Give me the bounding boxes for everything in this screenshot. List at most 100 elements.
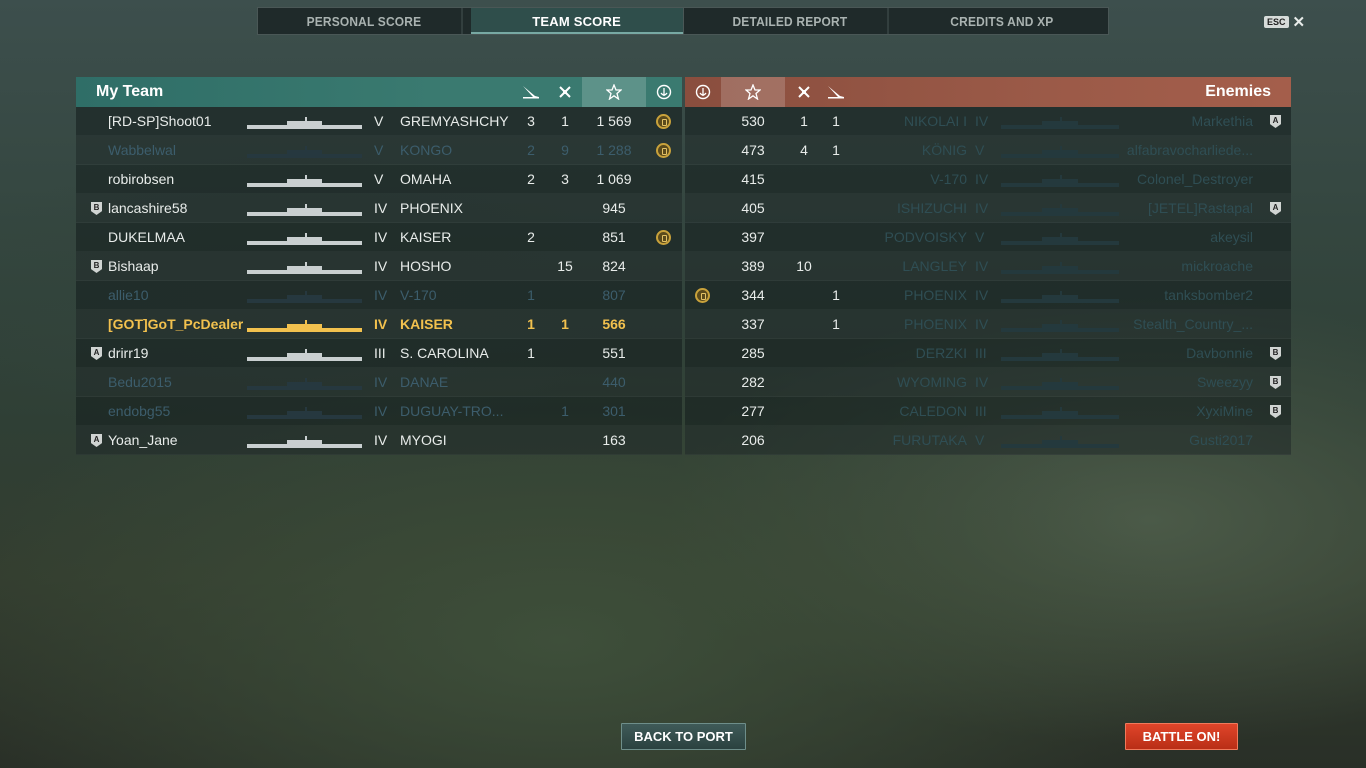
enemy-row[interactable]: 473 4 1 KÖNIG Valfabravocharliede... <box>685 136 1291 165</box>
enemies-title: Enemies <box>1205 83 1271 100</box>
ship-silhouette <box>1001 378 1119 390</box>
player-row[interactable]: robirobsen V OMAHA 2 3 1 069 <box>76 165 682 194</box>
ship-name: KÖNIG <box>921 142 967 158</box>
ship-tier: IV <box>975 113 989 129</box>
player-row[interactable]: DUKELMAA IV KAISER 2 851 <box>76 223 682 252</box>
division-badge: B <box>1270 347 1281 360</box>
my-team-list: [RD-SP]Shoot01 V GREMYASHCHY 3 1 1 569 Wabbelw… <box>76 107 682 455</box>
ship-mast <box>304 204 307 213</box>
enemy-row[interactable]: 285 DERZKI III Davbonnie B <box>685 339 1291 368</box>
ship-name: LANGLEY <box>902 258 967 274</box>
ship-silhouette <box>247 378 362 390</box>
enemy-score: 389 <box>741 258 765 274</box>
close-button[interactable]: ESC ✕ <box>1264 13 1305 31</box>
anchor-medal-icon <box>656 143 671 158</box>
player-row[interactable]: Blancashire58 IV PHOENIX 945 <box>76 194 682 223</box>
enemy-row[interactable]: 389 10 LANGLEY IV mickroache <box>685 252 1291 281</box>
player-name: akeysil <box>1210 229 1253 245</box>
player-row[interactable]: Bedu2015 IV DANAE 440 <box>76 368 682 397</box>
player-name: Sweezyy <box>1196 374 1253 390</box>
player-name: [RD-SP]Shoot01 <box>108 113 212 129</box>
tab-credits-and-xp[interactable]: CREDITS AND XP <box>905 8 1100 34</box>
enemies-panel: Enemies 530 1 1 NIKOLAI I IV Markethia A 473 4 1 K… <box>685 77 1291 455</box>
ship-tier: IV <box>374 287 388 303</box>
torpedo-hits: 1 <box>832 316 840 332</box>
enemy-row[interactable]: 337 1 PHOENIX IV Stealth_Country_... <box>685 310 1291 339</box>
player-name: Gusti2017 <box>1189 432 1253 448</box>
enemy-row[interactable]: 282 WYOMING IV Sweezyy B <box>685 368 1291 397</box>
player-name: Markethia <box>1191 113 1253 129</box>
player-name: mickroache <box>1181 258 1253 274</box>
ship-mast <box>304 320 307 329</box>
planes-shot: 1 <box>800 113 808 129</box>
tab-team-score[interactable]: TEAM SCORE <box>470 8 684 34</box>
torpedo-hits: 1 <box>527 345 535 361</box>
enemy-row[interactable]: 415 V-170 IV Colonel_Destroyer <box>685 165 1291 194</box>
battle-on-button[interactable]: BATTLE ON! <box>1125 723 1238 750</box>
ship-silhouette <box>1001 175 1119 187</box>
division-badge: A <box>91 434 102 447</box>
torpedo-hits <box>821 252 851 281</box>
planes-shot <box>789 310 819 339</box>
player-row[interactable]: [GOT]GoT_PcDealer IV KAISER 1 1 566 <box>76 310 682 339</box>
enemy-score: 344 <box>741 287 765 303</box>
ship-tier: IV <box>374 403 388 419</box>
planes-shot <box>550 223 580 252</box>
torpedo-hits <box>516 252 546 281</box>
plane-shot-icon <box>789 77 819 107</box>
enemy-row[interactable]: 397 PODVOISKY Vakeysil <box>685 223 1291 252</box>
ship-mast <box>1060 233 1062 242</box>
ship-tier: IV <box>374 229 388 245</box>
player-row[interactable]: Adrirr19 III S. CAROLINA 1 551 <box>76 339 682 368</box>
player-name: XyxiMine <box>1196 403 1253 419</box>
back-to-port-button[interactable]: BACK TO PORT <box>621 723 746 750</box>
player-name: DUKELMAA <box>108 229 186 245</box>
player-score: 851 <box>602 229 626 245</box>
player-row[interactable]: B Bishaap IV HOSHO 15 824 <box>76 252 682 281</box>
ship-name: DUGUAY-TRO... <box>400 403 504 419</box>
player-row[interactable]: Wabbelwal V KONGO 2 9 1 288 <box>76 136 682 165</box>
torpedo-hits <box>821 165 851 194</box>
player-row[interactable]: A Yoan_Jane IV MYOGI 163 <box>76 426 682 455</box>
player-score: 807 <box>602 287 626 303</box>
my-team-header: My Team <box>76 77 682 107</box>
enemies-list: 530 1 1 NIKOLAI I IV Markethia A 473 4 1 KÖNIG Valf… <box>685 107 1291 455</box>
enemy-score: 473 <box>741 142 765 158</box>
ship-tier: III <box>975 403 987 419</box>
torpedo-hits <box>516 397 546 426</box>
ship-tier: IV <box>374 316 388 332</box>
tab-detailed-report[interactable]: DETAILED REPORT <box>692 8 888 34</box>
planes-shot: 9 <box>561 142 569 158</box>
enemy-row[interactable]: 530 1 1 NIKOLAI I IV Markethia A <box>685 107 1291 136</box>
torpedo-hits <box>821 426 851 455</box>
ship-mast <box>1060 117 1062 126</box>
torpedo-hits: 1 <box>527 316 535 332</box>
planes-shot <box>789 426 819 455</box>
enemy-row[interactable]: 277 CALEDON III XyxiMine B <box>685 397 1291 426</box>
ship-mast <box>304 233 307 242</box>
enemy-row[interactable]: 405 ISHIZUCHI IV [JETEL]Rastapal A <box>685 194 1291 223</box>
player-row[interactable]: allie10 IV V-170 1 807 <box>76 281 682 310</box>
player-score: 1 288 <box>596 142 632 158</box>
player-score: 551 <box>602 345 626 361</box>
player-score: 1 069 <box>596 171 632 187</box>
enemy-score: 337 <box>741 316 765 332</box>
player-name: [GOT]GoT_PcDealer <box>108 316 243 332</box>
ship-name: DERZKI <box>915 345 967 361</box>
division-badge: B <box>91 260 102 273</box>
ship-mast <box>304 146 307 155</box>
player-name: [JETEL]Rastapal <box>1147 200 1253 216</box>
ship-silhouette <box>1001 117 1119 129</box>
player-score: 1 569 <box>596 113 632 129</box>
player-row[interactable]: endobg55 IV DUGUAY-TRO... 1 301 <box>76 397 682 426</box>
ship-tier: IV <box>374 374 388 390</box>
enemy-row[interactable]: 206 FURUTAKA V Gusti2017 <box>685 426 1291 455</box>
player-row[interactable]: [RD-SP]Shoot01 V GREMYASHCHY 3 1 1 569 <box>76 107 682 136</box>
ship-tier: IV <box>975 200 989 216</box>
torpedo-hits <box>821 194 851 223</box>
ship-silhouette <box>1001 233 1119 245</box>
tab-personal-score[interactable]: PERSONAL SCORE <box>267 8 463 34</box>
enemy-row[interactable]: 344 1 PHOENIX IV tanksbomber2 <box>685 281 1291 310</box>
player-name: tanksbomber2 <box>1164 287 1253 303</box>
esc-key-label: ESC <box>1264 16 1289 28</box>
